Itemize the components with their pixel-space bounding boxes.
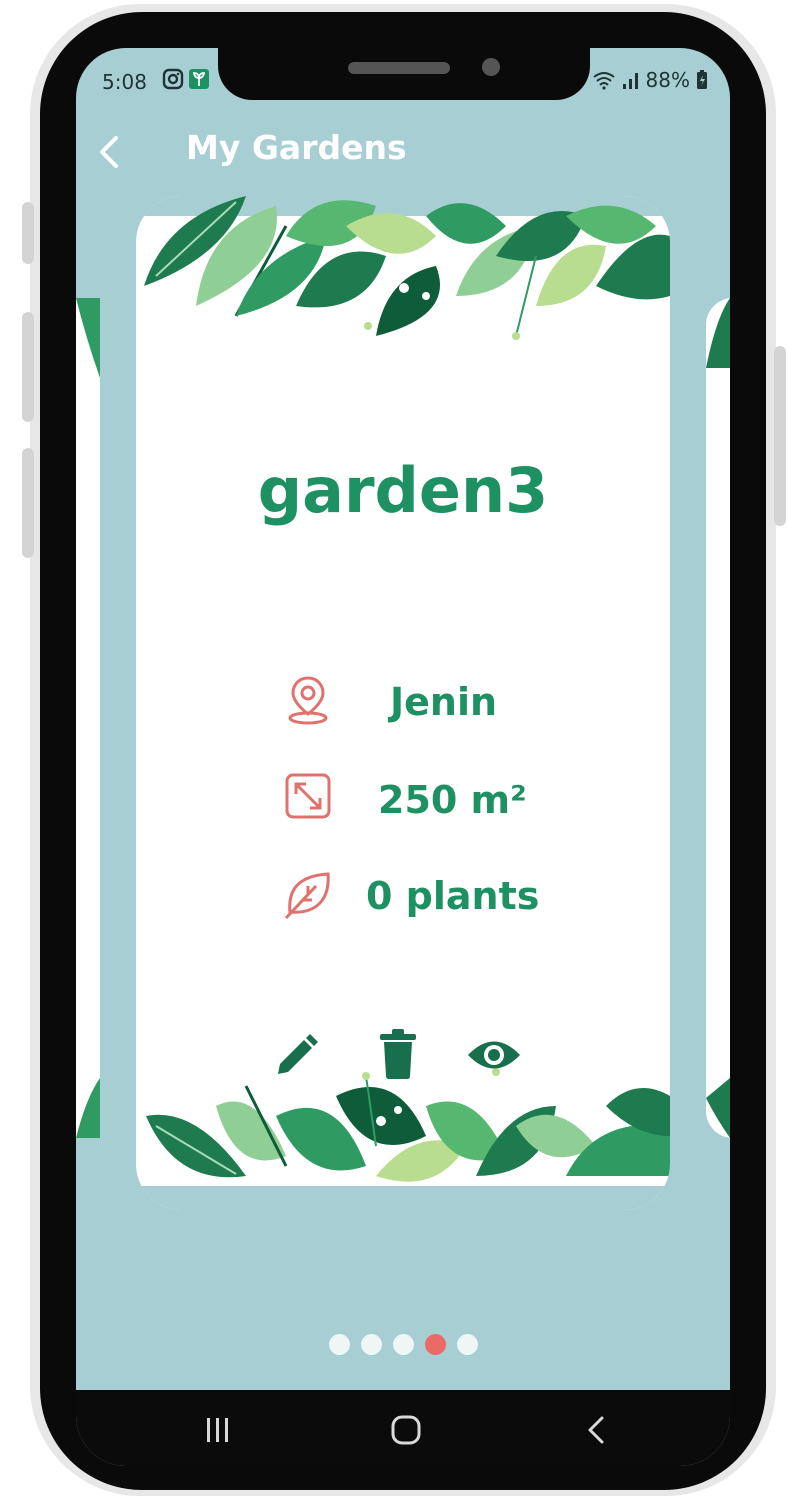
notification-icons [162, 68, 210, 90]
wifi-icon [592, 72, 615, 90]
system-nav-bar [76, 1390, 730, 1466]
home-icon[interactable] [390, 1414, 422, 1446]
foliage-bottom-decoration [136, 1068, 670, 1210]
page-dot-2[interactable] [360, 1334, 382, 1355]
view-eye-icon[interactable] [466, 1036, 522, 1074]
phone-volume-down-button [22, 448, 34, 558]
phone-side-button [22, 202, 34, 264]
garden-card[interactable]: garden3 Jenin 250 m² 0 plants [136, 196, 670, 1210]
resize-area-icon [285, 773, 331, 819]
system-back-icon[interactable] [584, 1414, 608, 1446]
status-right: 88% [592, 68, 708, 92]
delete-trash-icon[interactable] [378, 1028, 418, 1080]
page-indicator [76, 1334, 730, 1355]
instagram-icon [162, 68, 184, 90]
garden-plants-row: 0 plants [136, 868, 670, 928]
status-time: 5:08 [102, 70, 147, 94]
signal-icon [622, 73, 638, 89]
phone-speaker [348, 62, 450, 74]
page-dot-3[interactable] [392, 1334, 414, 1355]
recent-apps-icon[interactable] [204, 1416, 232, 1444]
garden-actions [136, 1029, 670, 1082]
garden-area-row: 250 m² [136, 772, 670, 832]
page-title: My Gardens [186, 128, 407, 167]
page-dot-5[interactable] [456, 1334, 478, 1355]
garden-location-row: Jenin [136, 674, 670, 734]
edit-pencil-icon[interactable] [272, 1032, 320, 1080]
leaf-icon [284, 872, 330, 920]
garden-location: Jenin [390, 680, 498, 724]
garden-name: garden3 [257, 454, 549, 527]
garden-plants-count: 0 plants [366, 874, 540, 918]
foliage-top-decoration [136, 196, 670, 340]
battery-percent: 88% [645, 68, 690, 92]
phone-volume-up-button [22, 312, 34, 422]
previous-garden-card[interactable] [76, 298, 100, 1138]
front-camera [482, 58, 500, 76]
location-pin-icon [288, 676, 328, 725]
page-dot-1[interactable] [328, 1334, 350, 1355]
next-garden-card[interactable] [706, 298, 730, 1138]
plant-app-icon [189, 69, 209, 89]
app-screen: 5:08 88% My Gardens garden3 Jenin 250 m²… [76, 48, 730, 1466]
battery-icon [697, 70, 707, 89]
garden-area: 250 m² [378, 778, 527, 822]
back-arrow-icon[interactable] [94, 134, 124, 170]
phone-power-button [774, 346, 786, 526]
page-dot-4-active[interactable] [424, 1334, 446, 1355]
